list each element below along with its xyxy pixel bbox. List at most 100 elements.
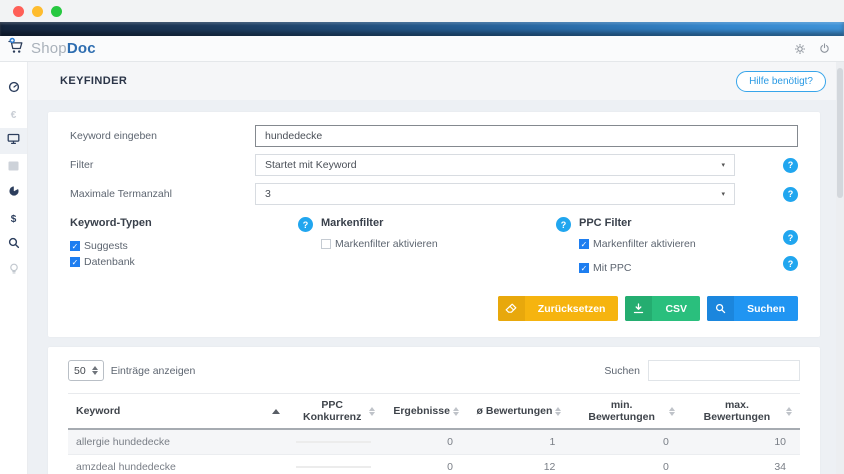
sidebar: € $ <box>0 62 28 474</box>
column-header-0[interactable]: Keyword <box>68 394 288 430</box>
sort-icon <box>453 407 459 416</box>
mit-ppc-help-icon[interactable]: ? <box>783 256 798 271</box>
column-header-5[interactable]: max. Bewertungen <box>683 394 800 430</box>
keyword-types-group: Keyword-Typen ✓ Suggests ✓Datenbank <box>70 217 298 286</box>
ppc-filter-group: ? PPC Filter ✓Markenfilter aktivieren✓Mi… <box>556 217 776 286</box>
minimize-window-button[interactable] <box>32 6 43 17</box>
reset-button-label: Zurücksetzen <box>525 296 619 321</box>
ppc-konkurrenz-bar-low <box>296 466 371 468</box>
checked-checkbox-icon[interactable]: ✓ <box>579 263 589 273</box>
help-button[interactable]: Hilfe benötigt? <box>736 71 826 92</box>
cell-min-bewertungen: 0 <box>569 429 682 455</box>
sidebar-item-ideas[interactable] <box>0 258 27 284</box>
filter-groups: Keyword-Typen ✓ Suggests ✓Datenbank ? Mark… <box>70 217 798 286</box>
power-icon[interactable] <box>818 43 830 55</box>
ppc-filter-help-icon[interactable]: ? <box>556 217 571 232</box>
cell-ergebnisse: 0 <box>383 455 467 474</box>
brand-shop: Shop <box>31 40 67 57</box>
search-button[interactable]: Suchen <box>707 296 798 321</box>
cell-max-bewertungen: 34 <box>683 455 800 474</box>
reset-button[interactable]: Zurücksetzen <box>498 296 619 321</box>
results-table: Keyword PPC Konkurrenz Ergebnisseø Bewertu… <box>68 393 800 474</box>
ppc-konkurrenz-bar-low <box>296 441 371 443</box>
zoom-window-button[interactable] <box>51 6 62 17</box>
column-header-label: min. Bewertungen <box>577 399 665 423</box>
cell-avg-bewertungen: 12 <box>467 455 569 474</box>
keyword-types-options: ✓ Suggests ✓Datenbank <box>70 240 298 268</box>
column-header-4[interactable]: min. Bewertungen <box>569 394 682 430</box>
brand-filter-group: ? Markenfilter Markenfilter aktivieren <box>298 217 556 286</box>
column-header-label: max. Bewertungen <box>691 399 783 423</box>
sort-ascending-icon <box>272 409 280 414</box>
table-search: Suchen <box>604 360 800 381</box>
filter-label: Filter <box>70 159 255 171</box>
filter-select[interactable]: Startet mit Keyword ▾ <box>255 154 735 176</box>
max-terms-help-icon[interactable]: ? <box>783 187 798 202</box>
csv-button[interactable]: CSV <box>625 296 700 321</box>
column-header-label: PPC Konkurrenz <box>296 399 369 423</box>
column-header-3[interactable]: ø Bewertungen <box>467 394 569 430</box>
column-header-2[interactable]: Ergebnisse <box>383 394 467 430</box>
unchecked-checkbox-icon[interactable] <box>321 239 331 249</box>
gear-icon[interactable] <box>794 43 806 55</box>
main-area: KEYFINDER Hilfe benötigt? Keyword eingeb… <box>28 62 844 474</box>
checkbox-option[interactable]: Markenfilter aktivieren <box>321 238 438 250</box>
keyword-row: Keyword eingeben <box>70 125 798 147</box>
content: Keyword eingeben Filter Startet mit Keyw… <box>28 100 844 474</box>
results-card: 50 Einträge anzeigen Suchen Keyword PPC K… <box>48 347 820 474</box>
page-length-label: Einträge anzeigen <box>111 365 196 377</box>
sidebar-item-dashboard[interactable] <box>0 76 27 102</box>
checked-checkbox-icon[interactable]: ✓ <box>579 239 589 249</box>
table-search-input[interactable] <box>648 360 800 381</box>
keyword-types-heading: Keyword-Typen <box>70 217 298 229</box>
checked-checkbox-icon[interactable]: ✓ <box>70 257 80 267</box>
table-header-row: Keyword PPC Konkurrenz Ergebnisseø Bewertu… <box>68 394 800 430</box>
cell-ergebnisse: 0 <box>383 429 467 455</box>
page-length-select[interactable]: 50 <box>68 360 104 381</box>
sidebar-item-keyfinder[interactable] <box>0 128 27 154</box>
table-controls: 50 Einträge anzeigen Suchen <box>68 360 800 381</box>
filter-help-icon[interactable]: ? <box>783 158 798 173</box>
dollar-icon: $ <box>11 214 17 225</box>
checkbox-label: Suggests <box>84 240 128 252</box>
cell-avg-bewertungen: 1 <box>467 429 569 455</box>
sidebar-item-euro[interactable]: € <box>0 102 27 128</box>
column-header-1[interactable]: PPC Konkurrenz <box>288 394 383 430</box>
shopdoc-logo[interactable]: ShopDoc <box>7 37 96 60</box>
sidebar-item-analytics[interactable] <box>0 180 27 206</box>
sidebar-item-image[interactable] <box>0 154 27 180</box>
sidebar-item-search[interactable] <box>0 232 27 258</box>
sidebar-item-pricing[interactable]: $ <box>0 206 27 232</box>
form-actions: Zurücksetzen CSV <box>70 296 798 321</box>
column-header-label: Keyword <box>76 405 120 417</box>
ppc-option-help-column: ? ? <box>776 217 798 286</box>
brand-gradient-bar <box>0 22 844 36</box>
checked-checkbox-icon[interactable]: ✓ <box>70 241 80 251</box>
search-button-label: Suchen <box>734 296 798 321</box>
scrollbar-thumb[interactable] <box>837 68 843 198</box>
checkbox-option[interactable]: ✓ Markenfilter aktivieren <box>579 238 696 250</box>
cart-icon <box>7 37 26 60</box>
ppc-brand-help-icon[interactable]: ? <box>783 230 798 245</box>
search-icon <box>8 236 20 254</box>
brand-filter-help-icon[interactable]: ? <box>298 217 313 232</box>
table-search-label: Suchen <box>604 365 640 377</box>
workspace: € $ <box>0 62 844 474</box>
cell-keyword: allergie hundedecke <box>68 429 288 455</box>
checkbox-label: Markenfilter aktivieren <box>593 238 696 250</box>
monitor-icon <box>7 132 20 150</box>
checkbox-option[interactable]: ✓Mit PPC <box>579 262 696 274</box>
checkbox-option[interactable]: ✓Datenbank <box>70 256 298 268</box>
table-body: allergie hundedecke01010amzdeal hundedec… <box>68 429 800 474</box>
dashboard-icon <box>8 80 20 98</box>
app-header: ShopDoc <box>0 36 844 62</box>
cell-keyword: amzdeal hundedecke <box>68 455 288 474</box>
close-window-button[interactable] <box>13 6 24 17</box>
image-icon <box>8 158 19 176</box>
keyword-input[interactable] <box>255 125 798 147</box>
max-terms-select[interactable]: 3 ▾ <box>255 183 735 205</box>
spinner-icon <box>92 366 98 375</box>
euro-icon: € <box>11 110 17 121</box>
vertical-scrollbar[interactable] <box>836 62 844 474</box>
checkbox-option[interactable]: ✓ Suggests <box>70 240 298 252</box>
